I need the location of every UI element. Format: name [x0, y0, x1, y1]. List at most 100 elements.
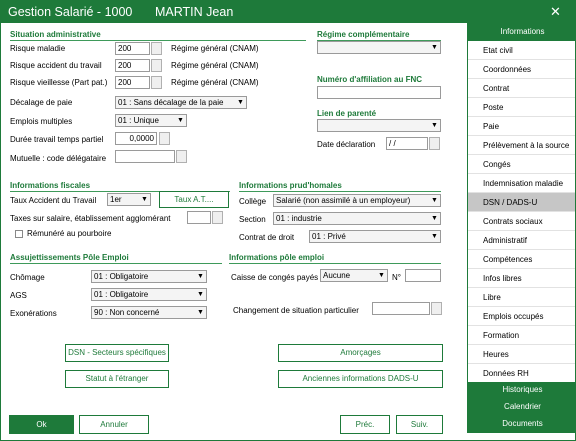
sidebar-item-administratif[interactable]: Administratif	[468, 231, 575, 250]
sidebar-item-competences[interactable]: Compétences	[468, 250, 575, 269]
changement-input[interactable]	[372, 302, 430, 315]
section-title-affiliation: Numéro d'affiliation au FNC	[317, 75, 423, 84]
mutuelle-label: Mutuelle : code délégataire	[10, 154, 107, 163]
changement-lookup[interactable]	[431, 302, 442, 315]
historiques-link[interactable]: Historiques	[468, 385, 575, 394]
ags-select[interactable]: 01 : Obligatoire ▼	[91, 288, 207, 301]
chevron-down-icon: ▼	[378, 272, 385, 279]
sidebar-item-etat-civil[interactable]: Etat civil	[468, 41, 575, 60]
sidebar-item-paie[interactable]: Paie	[468, 117, 575, 136]
section-divider	[10, 40, 306, 41]
chevron-down-icon: ▼	[237, 99, 244, 106]
statut-etranger-button[interactable]: Statut à l'étranger	[65, 370, 169, 388]
section-title-pole-emploi: Informations pôle emploi	[229, 253, 325, 262]
sidebar-item-conges[interactable]: Congés	[468, 155, 575, 174]
duree-label: Durée travail temps partiel	[10, 135, 104, 144]
regime-select[interactable]: ▼	[317, 41, 441, 54]
caisse-select[interactable]: Aucune ▼	[320, 269, 388, 282]
section-title-fiscales: Informations fiscales	[10, 181, 91, 190]
risque-vieillesse-lookup[interactable]	[151, 76, 162, 89]
date-declaration-input[interactable]: / /	[386, 137, 428, 150]
previous-button[interactable]: Préc.	[340, 415, 390, 434]
taxes-label: Taxes sur salaire, établissement agglomé…	[10, 214, 171, 223]
sidebar-item-coordonnees[interactable]: Coordonnées	[468, 60, 575, 79]
sidebar-item-dsn[interactable]: DSN / DADS-U	[468, 193, 575, 212]
chevron-down-icon: ▼	[431, 233, 438, 240]
duree-input[interactable]: 0,0000	[115, 132, 157, 145]
exonerations-label: Exonérations	[10, 309, 57, 318]
chevron-down-icon: ▼	[431, 44, 438, 51]
sidebar-item-poste[interactable]: Poste	[468, 98, 575, 117]
risque-accident-label: Risque accident du travail	[10, 61, 102, 70]
college-label: Collège	[239, 197, 267, 206]
sidebar: Informations Etat civil Coordonnées Cont…	[467, 23, 575, 433]
sidebar-item-contrats-sociaux[interactable]: Contrats sociaux	[468, 212, 575, 231]
pourboire-label: Rémunéré au pourboire	[27, 229, 112, 238]
taux-at-value: 1er	[110, 195, 122, 204]
chomage-value: 01 : Obligatoire	[94, 272, 149, 281]
emplois-label: Emplois multiples	[10, 117, 73, 126]
chevron-down-icon: ▼	[141, 196, 148, 203]
chevron-down-icon: ▼	[197, 291, 204, 298]
taxes-lookup[interactable]	[212, 211, 223, 224]
emplois-value: 01 : Unique	[118, 116, 159, 125]
caisse-numero-input[interactable]	[405, 269, 441, 282]
sidebar-item-indemnisation[interactable]: Indemnisation maladie	[468, 174, 575, 193]
sidebar-item-contrat[interactable]: Contrat	[468, 79, 575, 98]
exonerations-value: 90 : Non concerné	[94, 308, 160, 317]
sidebar-item-libre[interactable]: Libre	[468, 288, 575, 307]
mutuelle-input[interactable]	[115, 150, 175, 163]
dsn-secteurs-button[interactable]: DSN - Secteurs spécifiques	[65, 344, 169, 362]
section-title-prudhomales: Informations prud'homales	[239, 181, 342, 190]
section-select[interactable]: 01 : industrie ▼	[273, 212, 441, 225]
chevron-down-icon: ▼	[431, 215, 438, 222]
sidebar-item-formation[interactable]: Formation	[468, 326, 575, 345]
section-title-regime: Régime complémentaire	[317, 30, 410, 39]
window-title: Gestion Salarié - 1000	[8, 5, 133, 19]
calendar-icon[interactable]	[429, 137, 440, 150]
ok-button[interactable]: Ok	[9, 415, 74, 434]
sidebar-item-heures[interactable]: Heures	[468, 345, 575, 364]
decalage-select[interactable]: 01 : Sans décalage de la paie ▼	[115, 96, 247, 109]
emplois-select[interactable]: 01 : Unique ▼	[115, 114, 187, 127]
taux-at-button[interactable]: Taux A.T....	[159, 191, 229, 208]
chomage-select[interactable]: 01 : Obligatoire ▼	[91, 270, 207, 283]
risque-accident-input[interactable]: 200	[115, 59, 150, 72]
contrat-droit-select[interactable]: 01 : Privé ▼	[309, 230, 441, 243]
pourboire-checkbox[interactable]	[15, 230, 23, 238]
risque-maladie-regime: Régime général (CNAM)	[171, 44, 259, 53]
amorcages-button[interactable]: Amorçages	[278, 344, 443, 362]
risque-maladie-input[interactable]: 200	[115, 42, 150, 55]
section-label: Section	[239, 215, 266, 224]
cancel-button[interactable]: Annuler	[79, 415, 149, 434]
sidebar-item-donnees-rh[interactable]: Données RH	[468, 364, 575, 383]
exonerations-select[interactable]: 90 : Non concerné ▼	[91, 306, 207, 319]
risque-accident-lookup[interactable]	[151, 59, 162, 72]
calendrier-link[interactable]: Calendrier	[468, 402, 575, 411]
parente-select[interactable]: ▼	[317, 119, 441, 132]
section-title-situation: Situation administrative	[10, 30, 101, 39]
risque-vieillesse-input[interactable]: 200	[115, 76, 150, 89]
close-icon[interactable]: ✕	[550, 4, 561, 20]
section-value: 01 : industrie	[276, 214, 322, 223]
college-select[interactable]: Salarié (non assimilé à un employeur) ▼	[273, 194, 441, 207]
section-title-parente: Lien de parenté	[317, 109, 377, 118]
sidebar-item-emplois-occupes[interactable]: Emplois occupés	[468, 307, 575, 326]
mutuelle-lookup[interactable]	[176, 150, 187, 163]
chevron-down-icon: ▼	[431, 122, 438, 129]
caisse-numero-label: N°	[392, 273, 401, 282]
next-button[interactable]: Suiv.	[396, 415, 443, 434]
documents-link[interactable]: Documents	[468, 419, 575, 428]
anciennes-dads-button[interactable]: Anciennes informations DADS-U	[278, 370, 443, 388]
risque-maladie-lookup[interactable]	[151, 42, 162, 55]
taux-at-select[interactable]: 1er ▼	[107, 193, 151, 206]
chevron-down-icon: ▼	[177, 117, 184, 124]
sidebar-item-infos-libres[interactable]: Infos libres	[468, 269, 575, 288]
risque-maladie-label: Risque maladie	[10, 44, 66, 53]
ags-label: AGS	[10, 291, 27, 300]
taxes-input[interactable]	[187, 211, 211, 224]
sidebar-item-prelevement[interactable]: Prélèvement à la source	[468, 136, 575, 155]
affiliation-input[interactable]	[317, 86, 441, 99]
duree-lookup[interactable]	[159, 132, 170, 145]
sidebar-footer: Historiques Calendrier Documents	[468, 382, 575, 433]
